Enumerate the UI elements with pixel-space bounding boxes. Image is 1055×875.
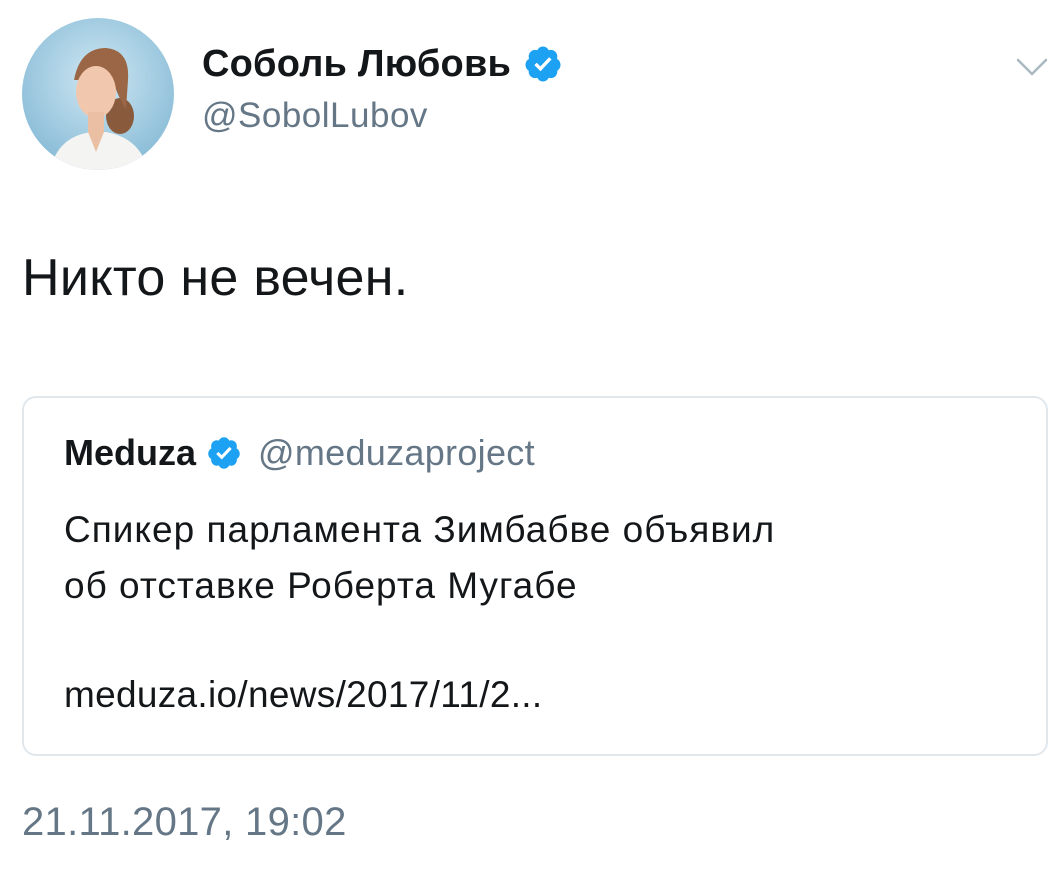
author-name[interactable]: Соболь Любовь (202, 43, 511, 86)
tweet-timestamp[interactable]: 21.11.2017, 19:02 (22, 800, 347, 845)
quoted-tweet-text-line: об отставке Роберта Мугабе (64, 565, 578, 606)
author-avatar[interactable] (22, 18, 174, 170)
quoted-author-handle: @meduzaproject (258, 432, 535, 473)
tweet-text: Никто не вечен. (22, 249, 409, 307)
author-info: Соболь Любовь @SobolLubov (202, 40, 563, 136)
chevron-down-icon[interactable] (1012, 52, 1052, 82)
avatar-image (22, 18, 174, 170)
verified-badge-icon (523, 44, 563, 84)
author-name-row: Соболь Любовь (202, 40, 563, 88)
tweet: Соболь Любовь @SobolLubov Никто не вечен… (0, 0, 1055, 875)
quoted-tweet-text: Спикер парламента Зимбабве объявил об от… (64, 502, 1024, 614)
verified-badge-icon (206, 435, 242, 471)
quoted-tweet-text-line: Спикер парламента Зимбабве объявил (64, 509, 776, 550)
quoted-author-name: Meduza (64, 432, 197, 473)
author-handle[interactable]: @SobolLubov (202, 96, 563, 136)
quoted-tweet-card[interactable]: Meduza @meduzaproject Спикер парламента … (22, 396, 1048, 756)
quoted-tweet-link[interactable]: meduza.io/news/2017/11/2... (64, 674, 542, 716)
quoted-tweet-header: Meduza @meduzaproject (64, 428, 535, 478)
